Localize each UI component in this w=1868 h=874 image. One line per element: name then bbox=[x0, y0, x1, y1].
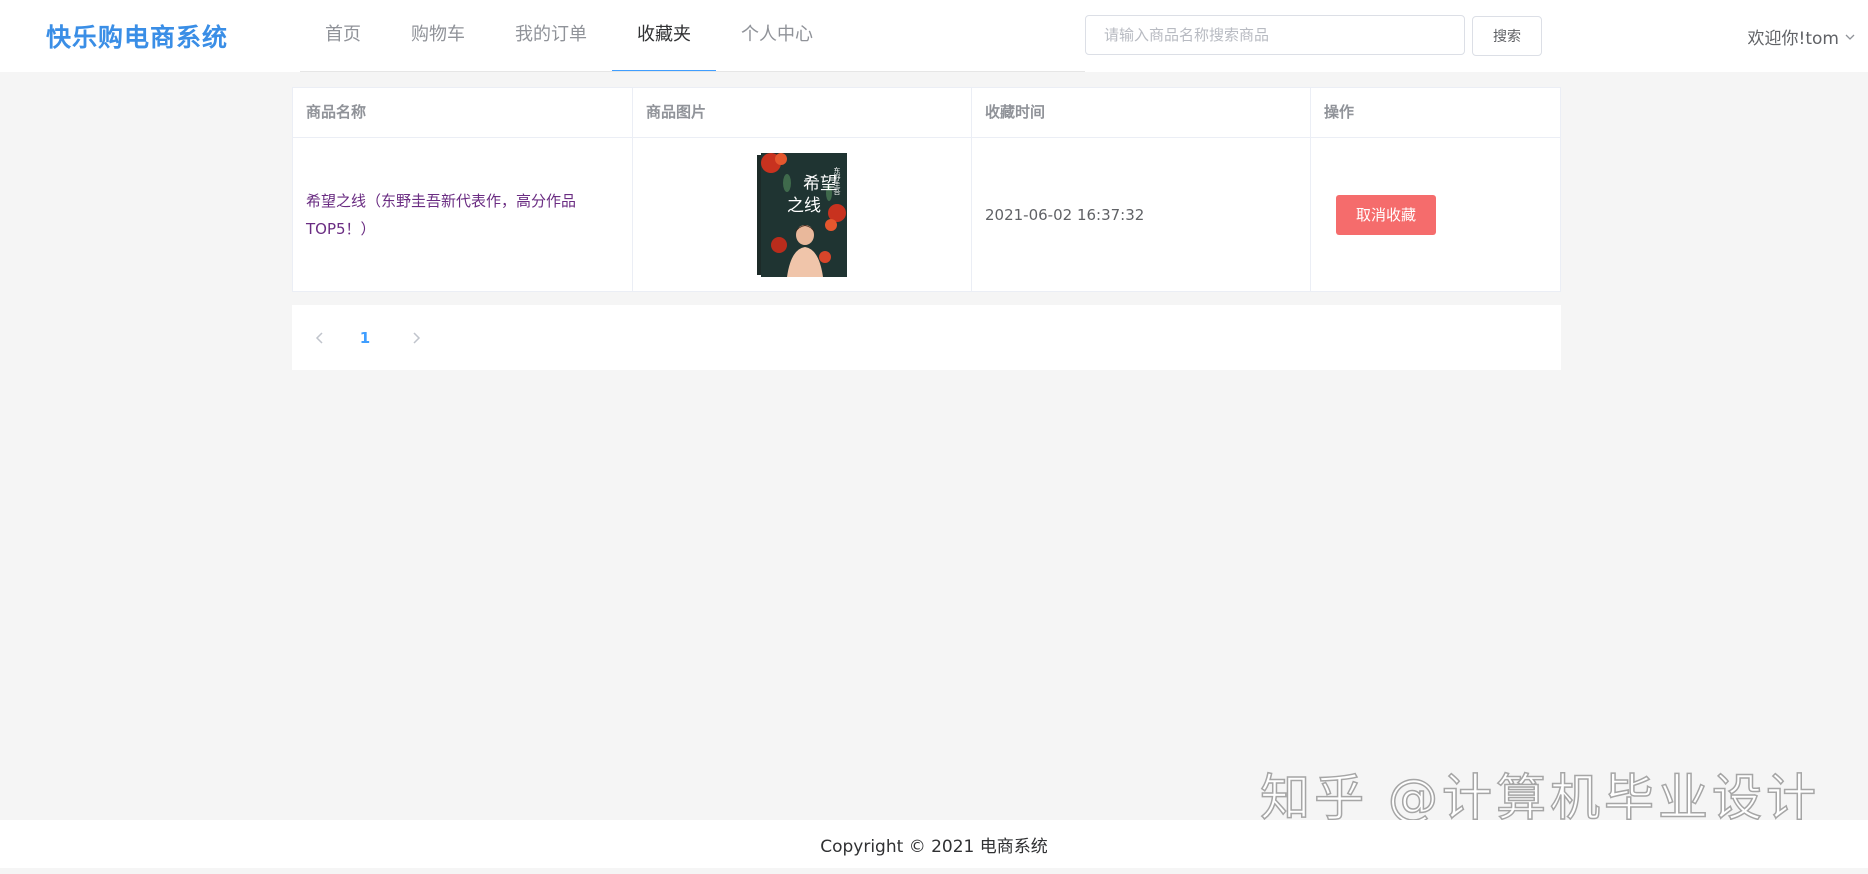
cover-title-part-2: 之线 bbox=[787, 196, 821, 216]
main-nav: 首页 购物车 我的订单 收藏夹 个人中心 bbox=[300, 0, 838, 72]
favorite-time: 2021-06-02 16:37:32 bbox=[972, 138, 1311, 291]
nav-divider bbox=[300, 71, 1085, 72]
search-input[interactable] bbox=[1085, 15, 1465, 55]
nav-item-favorites[interactable]: 收藏夹 bbox=[612, 0, 716, 72]
nav-item-cart[interactable]: 购物车 bbox=[386, 0, 490, 72]
product-name-link[interactable]: 希望之线（东野圭吾新代表作，高分作品TOP5！） bbox=[293, 138, 633, 291]
chevron-down-icon bbox=[1845, 34, 1855, 40]
cover-title-part-1: 希望 bbox=[803, 174, 837, 194]
table-header: 商品名称 商品图片 收藏时间 操作 bbox=[293, 88, 1560, 138]
page-number-current[interactable]: 1 bbox=[350, 325, 380, 351]
search-button[interactable]: 搜索 bbox=[1472, 16, 1542, 56]
next-page-button[interactable] bbox=[404, 325, 428, 351]
column-header-actions: 操作 bbox=[1324, 103, 1355, 121]
cancel-favorite-button[interactable]: 取消收藏 bbox=[1336, 194, 1436, 235]
cover-author: 东野圭吾 bbox=[833, 166, 841, 196]
user-menu[interactable]: 欢迎你!tom bbox=[1748, 24, 1856, 49]
chevron-right-icon bbox=[413, 332, 421, 344]
pagination: 1 bbox=[292, 305, 1561, 370]
column-header-favorite-time: 收藏时间 bbox=[972, 88, 1311, 137]
column-header-product-name: 商品名称 bbox=[293, 88, 633, 137]
action-cell: 取消收藏 bbox=[1311, 138, 1560, 291]
prev-page-button[interactable] bbox=[308, 325, 332, 351]
product-cover-image[interactable]: 希望 之线 东野圭吾 bbox=[757, 152, 847, 277]
product-image-cell: 希望 之线 东野圭吾 bbox=[633, 138, 972, 291]
nav-item-profile[interactable]: 个人中心 bbox=[716, 0, 838, 72]
nav-item-home[interactable]: 首页 bbox=[300, 0, 386, 72]
chevron-left-icon bbox=[315, 332, 323, 344]
page-footer: Copyright © 2021 电商系统 bbox=[0, 820, 1868, 868]
copyright-text: Copyright © 2021 电商系统 bbox=[820, 837, 1048, 857]
favorites-table: 商品名称 商品图片 收藏时间 操作 希望之线（东野圭吾新代表作，高分作品TOP5… bbox=[292, 87, 1561, 292]
table-row: 希望之线（东野圭吾新代表作，高分作品TOP5！） 希望 之线 东野圭吾 2021… bbox=[293, 138, 1560, 291]
site-logo[interactable]: 快乐购电商系统 bbox=[46, 18, 228, 54]
top-header: 快乐购电商系统 首页 购物车 我的订单 收藏夹 个人中心 搜索 欢迎你!tom bbox=[0, 0, 1868, 72]
column-header-product-image: 商品图片 bbox=[633, 88, 972, 137]
nav-item-orders[interactable]: 我的订单 bbox=[490, 0, 612, 72]
user-greeting: 欢迎你!tom bbox=[1747, 29, 1839, 49]
